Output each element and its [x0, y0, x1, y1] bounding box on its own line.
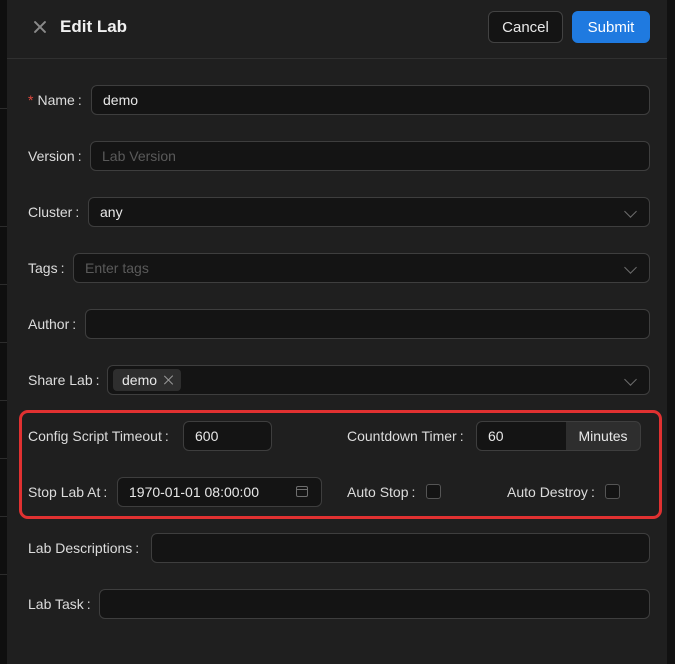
stop-lab-at-datepicker[interactable]: 1970-01-01 08:00:00 — [117, 477, 322, 507]
name-input[interactable]: demo — [91, 85, 650, 115]
name-label: * Name: — [28, 92, 82, 108]
author-input[interactable] — [85, 309, 650, 339]
background-page-right — [667, 0, 675, 664]
countdown-timer-input[interactable]: 60 — [476, 421, 567, 451]
tags-select[interactable]: Enter tags — [73, 253, 650, 283]
stop-lab-at-label: Stop Lab At: — [28, 484, 108, 500]
share-lab-label: Share Lab: — [28, 372, 100, 388]
cluster-label: Cluster: — [28, 204, 80, 220]
edit-lab-modal: Edit Lab Cancel Submit * Name: demo Versi… — [7, 0, 667, 664]
author-label: Author: — [28, 316, 77, 332]
share-lab-select[interactable]: demo — [107, 365, 650, 395]
modal-header: Edit Lab Cancel Submit — [7, 0, 667, 59]
required-mark: * — [28, 92, 34, 108]
auto-destroy-checkbox[interactable] — [605, 484, 620, 499]
lab-task-input[interactable] — [99, 589, 650, 619]
version-label: Version: — [28, 148, 82, 164]
lab-descriptions-label: Lab Descriptions: — [28, 540, 140, 556]
cancel-button[interactable]: Cancel — [488, 11, 563, 43]
chevron-down-icon — [624, 261, 637, 274]
auto-stop-checkbox[interactable] — [426, 484, 441, 499]
chevron-down-icon — [624, 373, 637, 386]
config-script-timeout-input[interactable]: 600 — [183, 421, 272, 451]
calendar-icon — [296, 486, 308, 497]
countdown-unit-addon: Minutes — [566, 421, 641, 451]
version-input[interactable]: Lab Version — [90, 141, 650, 171]
tags-label: Tags: — [28, 260, 65, 276]
submit-button[interactable]: Submit — [572, 11, 650, 43]
countdown-timer-label: Countdown Timer: — [347, 428, 464, 444]
background-page — [0, 0, 7, 664]
chevron-down-icon — [624, 205, 637, 218]
auto-stop-label: Auto Stop: — [347, 484, 416, 500]
auto-destroy-label: Auto Destroy: — [507, 484, 595, 500]
config-script-timeout-label: Config Script Timeout: — [28, 428, 169, 444]
tag-remove-icon[interactable] — [163, 374, 175, 386]
lab-task-label: Lab Task: — [28, 596, 91, 612]
tags-placeholder: Enter tags — [85, 260, 149, 276]
close-icon[interactable] — [31, 18, 49, 36]
modal-title: Edit Lab — [60, 17, 128, 36]
version-placeholder: Lab Version — [102, 148, 176, 164]
lab-descriptions-input[interactable] — [151, 533, 650, 563]
share-tag: demo — [113, 369, 182, 391]
cluster-select[interactable]: any — [88, 197, 650, 227]
